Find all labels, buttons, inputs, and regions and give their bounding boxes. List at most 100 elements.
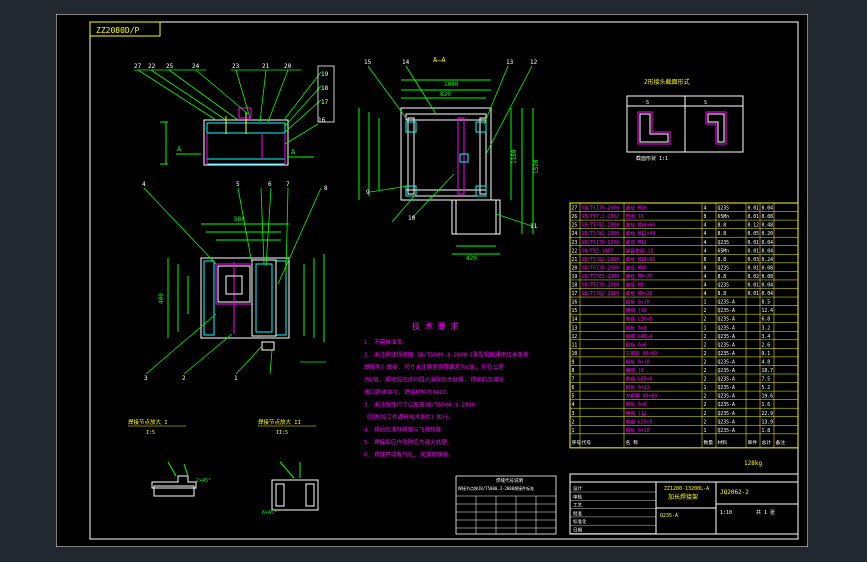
parts-cell-name: 钢板 δ=10 — [626, 299, 650, 306]
parts-cell-w2: 0.24 — [762, 257, 774, 263]
callout-21: 21 — [262, 63, 270, 70]
parts-cell-no: 7 — [572, 377, 575, 383]
parts-cell-mat: Q235-A — [718, 419, 735, 425]
parts-cell-w1: 0.03 — [748, 257, 760, 263]
parts-cell-name: 槽钢 [12 — [626, 410, 647, 417]
parts-cell-name: 螺母 M10 — [626, 264, 647, 271]
callout-19: 19 — [321, 71, 329, 78]
callout-17: 17 — [321, 99, 329, 106]
callout-6: 6 — [268, 181, 272, 188]
dim-1160: 1160 — [511, 149, 518, 164]
parts-cell-mat: Q235-A — [718, 385, 735, 391]
parts-cell-mat: 8.8 — [718, 257, 727, 263]
parts-cell-code: GB/T5782-2000 — [582, 291, 620, 297]
tech-note-line: 1. 不需抹油漆。 — [364, 338, 408, 346]
parts-cell-qty: 1 — [704, 325, 707, 331]
cad-canvas[interactable]: ZZ2080D/P A A 27 22 25 24 23 21 20191817… — [56, 14, 808, 547]
parts-cell-name: 螺母 M16 — [626, 205, 647, 212]
parts-cell-no: 14 — [572, 317, 578, 323]
dim-1080: 1080 — [444, 81, 459, 88]
parts-cell-no: 24 — [572, 231, 578, 237]
parts-cell-name: 钢板 δ=8 — [626, 401, 647, 408]
title-block-cell: 设计 — [573, 485, 582, 492]
tech-note-line: 5. 焊接后应作消除应力退火处理。 — [364, 438, 452, 446]
svg-text:S: S — [704, 100, 707, 106]
callout-8: 8 — [324, 185, 328, 192]
parts-cell-w2: 0.04 — [762, 283, 774, 289]
parts-cell-name: 螺栓 M10×35 — [626, 256, 656, 263]
drawing-sheet: ZZ2080D/P A A 27 22 25 24 23 21 20 19 18… — [56, 14, 808, 547]
parts-row: 18 GB/T6170-2000 螺母 M8 4 Q235 0.01 0.04 — [572, 282, 774, 289]
parts-row: 13 钢板 δ=8 1 Q235-A 3.2 — [572, 324, 771, 331]
title-block-cell: 标准化 — [573, 518, 587, 525]
parts-cell-no: 18 — [572, 283, 578, 289]
callout-4: 4 — [142, 181, 146, 188]
parts-cell-w2: 5.2 — [762, 385, 771, 391]
profile-section-box: Z形接头截面形式 S S 截面形状 1:1 — [626, 78, 744, 162]
parts-cell-code: GB/T6170-2000 — [582, 265, 620, 271]
weld-table-title: 焊缝代号说明 — [496, 477, 523, 484]
parts-header-note: 备注 — [776, 439, 786, 446]
parts-row: 19 GB/T5783-2000 螺栓 M8×25 4 8.8 0.02 0.08 — [572, 273, 774, 280]
parts-cell-no: 3 — [572, 411, 575, 417]
parts-cell-qty: 4 — [704, 223, 707, 229]
parts-cell-mat: 8.8 — [718, 223, 727, 229]
parts-cell-code: GB/T5782-2000 — [582, 231, 620, 237]
parts-cell-no: 21 — [572, 257, 578, 263]
svg-text:A: A — [291, 148, 296, 156]
parts-cell-w2: 4.8 — [762, 359, 771, 365]
dim-820: 820 — [440, 91, 451, 98]
parts-cell-mat: Q235 — [718, 240, 730, 246]
parts-cell-w1: 0.01 — [748, 291, 760, 297]
tech-note-line: 3. 未注线性尺寸公差按JB/T5000.3-2000 — [364, 401, 475, 409]
parts-header-code: 代号 — [582, 439, 592, 446]
parts-cell-mat: Q235 — [718, 206, 730, 212]
parts-cell-code: GB/T5782-2000 — [582, 257, 620, 263]
parts-cell-name: 角钢 L50×5 — [626, 418, 653, 425]
parts-header-mat: 材料 — [718, 439, 728, 446]
parts-cell-name: 角钢 L63×6 — [626, 376, 653, 383]
parts-cell-name: 垫圈 16 — [626, 213, 644, 220]
parts-cell-w2: 0.04 — [762, 206, 774, 212]
parts-cell-qty: 1 — [704, 300, 707, 306]
tech-note-line: 焊接件》焊接. 尺寸未注偏差极限偏差为C级, 形位公差 — [364, 363, 504, 371]
parts-row: 7 角钢 L63×6 2 Q235-A 7.5 — [572, 376, 771, 383]
parts-row: 1 钢板 δ=10 1 Q235-A 1.8 — [572, 427, 771, 434]
parts-cell-mat: 65Mn — [718, 214, 730, 220]
dim-1520: 1520 — [533, 159, 540, 174]
parts-cell-name: 角钢 L50×5 — [626, 316, 653, 323]
parts-cell-qty: 2 — [704, 368, 707, 374]
parts-cell-mat: Q235-A — [718, 308, 735, 314]
parts-cell-no: 2 — [572, 419, 575, 425]
parts-header-name: 名 称 — [626, 439, 639, 446]
callout-13: 13 — [506, 59, 514, 66]
parts-cell-w2: 0.08 — [762, 214, 774, 220]
parts-cell-no: 15 — [572, 308, 578, 314]
title-block-cell: 批准 — [573, 510, 582, 517]
callout-15: 15 — [364, 59, 372, 66]
sheet-border — [56, 14, 808, 547]
parts-row: 25 GB/T5782-2000 螺栓 M16×60 4 8.8 0.12 0.48 — [572, 222, 774, 229]
weld-note: 焊接节点按JB/T5000.3-2000焊接件标准 — [458, 485, 534, 491]
parts-cell-no: 25 — [572, 223, 578, 229]
title-block-title: 加长焊接架 — [668, 493, 698, 501]
parts-cell-code: GB/T5783-2000 — [582, 274, 620, 280]
title-block: ZZ1280-13200L-A 加长焊接架 JQ2062-2 Q235-A 1:… — [569, 460, 799, 535]
parts-cell-name: 角钢 L40×4 — [626, 333, 653, 340]
parts-cell-name: 螺母 M8 — [626, 282, 644, 289]
parts-cell-mat: Q235 — [718, 265, 730, 271]
parts-cell-qty: 4 — [704, 240, 707, 246]
parts-cell-qty: 4 — [704, 248, 707, 254]
tech-note-line: 6. 焊缝不得有气孔, 夹渣等缺陷。 — [364, 451, 454, 459]
dim-400: 400 — [158, 293, 165, 304]
front-elevation-view: A A — [160, 107, 314, 166]
parts-cell-qty: 4 — [704, 291, 707, 297]
callout-14: 14 — [402, 59, 410, 66]
parts-cell-w2: 0.04 — [762, 240, 774, 246]
parts-cell-mat: Q235-A — [718, 428, 735, 434]
parts-cell-no: 22 — [572, 248, 578, 254]
parts-cell-w2: 19.6 — [762, 394, 774, 400]
parts-row: 3 槽钢 [12 2 Q235-A 22.9 — [572, 410, 774, 417]
parts-cell-mat: Q235 — [718, 283, 730, 289]
svg-text:截面形状 1:1: 截面形状 1:1 — [636, 155, 668, 162]
